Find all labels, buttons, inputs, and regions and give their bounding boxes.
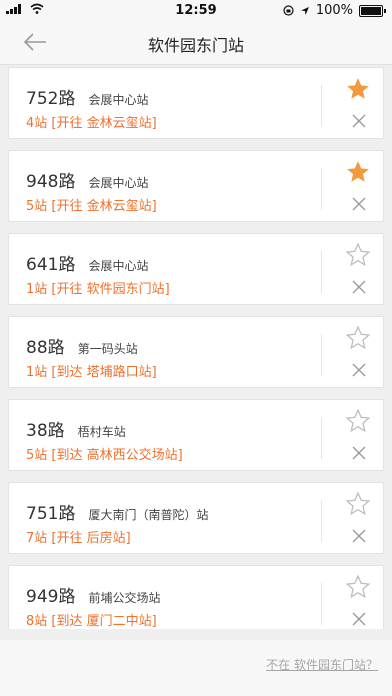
route-direction: 梧村车站 (77, 425, 126, 439)
rotation-lock-icon (283, 5, 294, 16)
route-status: 5站 [开往 金林云玺站] (26, 199, 157, 214)
route-direction: 厦大南门（南普陀）站 (88, 508, 209, 522)
route-name: 949路 (26, 587, 76, 607)
route-direction: 会展中心站 (88, 176, 149, 190)
route-name: 88路 (26, 338, 65, 358)
route-card[interactable]: 949路 前埔公交场站 8站 [到达 厦门二中站] (8, 565, 384, 629)
star-outline-icon[interactable] (345, 325, 371, 351)
status-right: 100% (283, 3, 386, 18)
divider (321, 168, 322, 210)
route-name: 948路 (26, 172, 76, 192)
route-status: 1站 [开往 软件园东门站] (26, 282, 170, 297)
divider (321, 500, 322, 542)
star-filled-icon[interactable] (345, 76, 371, 102)
divider (321, 583, 322, 625)
battery-tip (384, 8, 386, 13)
route-list: 752路 会展中心站 4站 [开往 金林云玺站] 948路 会展中心站 5站 [… (8, 67, 384, 629)
route-direction: 会展中心站 (88, 259, 149, 273)
route-card[interactable]: 948路 会展中心站 5站 [开往 金林云玺站] (8, 150, 384, 222)
close-icon[interactable] (350, 112, 368, 130)
footer: 不在 软件园东门站？ (0, 640, 392, 696)
star-outline-icon[interactable] (345, 408, 371, 434)
route-status: 5站 [到达 高林西公交场站] (26, 448, 183, 463)
close-icon[interactable] (350, 278, 368, 296)
route-status: 1站 [到达 塔埔路口站] (26, 365, 157, 380)
divider (321, 251, 322, 293)
close-icon[interactable] (350, 527, 368, 545)
route-name: 752路 (26, 89, 76, 109)
route-status: 7站 [开往 后房站] (26, 531, 131, 546)
route-name: 38路 (26, 421, 65, 441)
route-card[interactable]: 38路 梧村车站 5站 [到达 高林西公交场站] (8, 399, 384, 471)
divider (321, 85, 322, 127)
star-outline-icon[interactable] (345, 574, 371, 600)
close-icon[interactable] (350, 610, 368, 628)
route-status: 4站 [开往 金林云玺站] (26, 116, 157, 131)
location-icon (300, 6, 309, 15)
route-card[interactable]: 751路 厦大南门（南普陀）站 7站 [开往 后房站] (8, 482, 384, 554)
battery-icon (359, 4, 383, 17)
route-direction: 第一码头站 (77, 342, 138, 356)
close-icon[interactable] (350, 361, 368, 379)
nav-bar: 软件园东门站 (0, 20, 392, 65)
battery-text: 100% (315, 3, 353, 18)
star-outline-icon[interactable] (345, 491, 371, 517)
status-bar: 12:59 100% (0, 0, 392, 20)
star-filled-icon[interactable] (345, 159, 371, 185)
page-title: 软件园东门站 (147, 36, 244, 55)
route-card[interactable]: 752路 会展中心站 4站 [开往 金林云玺站] (8, 67, 384, 139)
star-outline-icon[interactable] (345, 242, 371, 268)
route-direction: 会展中心站 (88, 93, 149, 107)
route-name: 641路 (26, 255, 76, 275)
wrong-station-link[interactable]: 不在 软件园东门站？ (266, 656, 378, 673)
route-card[interactable]: 88路 第一码头站 1站 [到达 塔埔路口站] (8, 316, 384, 388)
close-icon[interactable] (350, 444, 368, 462)
route-card[interactable]: 641路 会展中心站 1站 [开往 软件园东门站] (8, 233, 384, 305)
route-status: 8站 [到达 厦门二中站] (26, 614, 157, 629)
divider (321, 334, 322, 376)
divider (321, 417, 322, 459)
close-icon[interactable] (350, 195, 368, 213)
route-direction: 前埔公交场站 (88, 591, 161, 605)
route-name: 751路 (26, 504, 76, 524)
